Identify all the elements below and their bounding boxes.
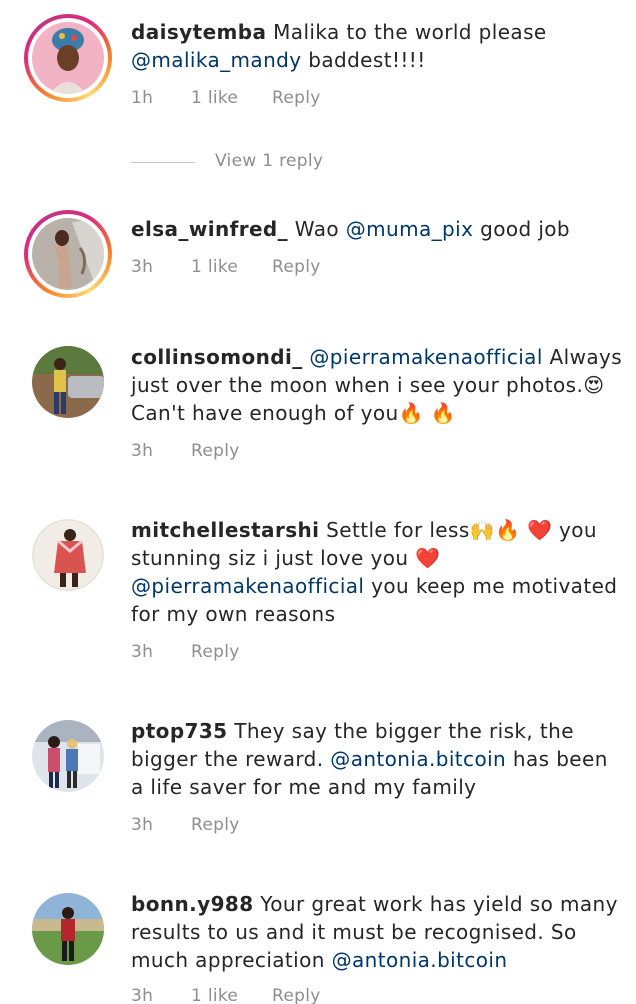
avatar-image	[32, 218, 104, 290]
story-ring[interactable]	[24, 210, 112, 298]
comment-body: good job	[473, 217, 571, 241]
mention-link[interactable]: @pierramakenaofficial	[309, 345, 542, 369]
mention-link[interactable]: @antonia.bitcoin	[332, 948, 508, 972]
comment-likes[interactable]: 1 like	[191, 986, 238, 1004]
mention-link[interactable]: @muma_pix	[346, 217, 474, 241]
avatar[interactable]	[32, 218, 104, 290]
reply-button[interactable]: Reply	[272, 88, 321, 108]
comment-text: daisytemba Malika to the world please @m…	[131, 18, 624, 74]
story-ring[interactable]	[24, 14, 112, 102]
avatar-image	[32, 22, 104, 94]
mention-link[interactable]: @malika_mandy	[131, 48, 301, 72]
comment-time: 1h	[131, 88, 154, 108]
reply-button[interactable]: Reply	[191, 441, 240, 461]
avatar-image	[32, 893, 104, 965]
comment-username[interactable]: bonn.y988	[131, 892, 254, 916]
avatar[interactable]	[32, 893, 104, 965]
avatar[interactable]	[32, 22, 104, 94]
reply-button[interactable]: Reply	[191, 642, 240, 662]
comment-time: 3h	[131, 642, 154, 662]
reply-button[interactable]: Reply	[191, 815, 240, 835]
avatar[interactable]	[32, 720, 104, 792]
avatar-image	[32, 519, 104, 591]
comment-body: baddest!!!!	[301, 48, 426, 72]
comment-text: mitchellestarshi Settle for less🙌🔥 ❤️ yo…	[131, 516, 624, 628]
comment-likes[interactable]: 1 like	[191, 257, 238, 277]
comment-username[interactable]: elsa_winfred_	[131, 217, 288, 241]
replies-divider-line	[131, 162, 195, 163]
mention-link[interactable]: @antonia.bitcoin	[330, 747, 506, 771]
comment-body: Wao	[288, 217, 346, 241]
comment-username[interactable]: daisytemba	[131, 20, 266, 44]
mention-link[interactable]: @pierramakenaofficial	[131, 574, 364, 598]
comment-username[interactable]: ptop735	[131, 719, 227, 743]
comment-text: collinsomondi_ @pierramakenaofficial Alw…	[131, 343, 624, 427]
comment-username[interactable]: mitchellestarshi	[131, 518, 319, 542]
comment-body: Malika to the world please	[266, 20, 547, 44]
avatar[interactable]	[32, 346, 104, 418]
reply-button[interactable]: Reply	[272, 257, 321, 277]
comment-text: elsa_winfred_ Wao @muma_pix good job	[131, 215, 624, 243]
avatar[interactable]	[32, 519, 104, 591]
reply-button[interactable]: Reply	[272, 986, 321, 1004]
comment-time: 3h	[131, 815, 154, 835]
comment-time: 3h	[131, 986, 154, 1004]
comment-time: 3h	[131, 257, 154, 277]
comment-text: ptop735 They say the bigger the risk, th…	[131, 717, 624, 801]
comment-username[interactable]: collinsomondi_	[131, 345, 303, 369]
comment-time: 3h	[131, 441, 154, 461]
avatar-image	[32, 346, 104, 418]
comment-likes[interactable]: 1 like	[191, 88, 238, 108]
view-replies-label[interactable]: View 1 reply	[215, 151, 323, 171]
avatar-image	[32, 720, 104, 792]
comment-text: bonn.y988 Your great work has yield so m…	[131, 890, 624, 974]
